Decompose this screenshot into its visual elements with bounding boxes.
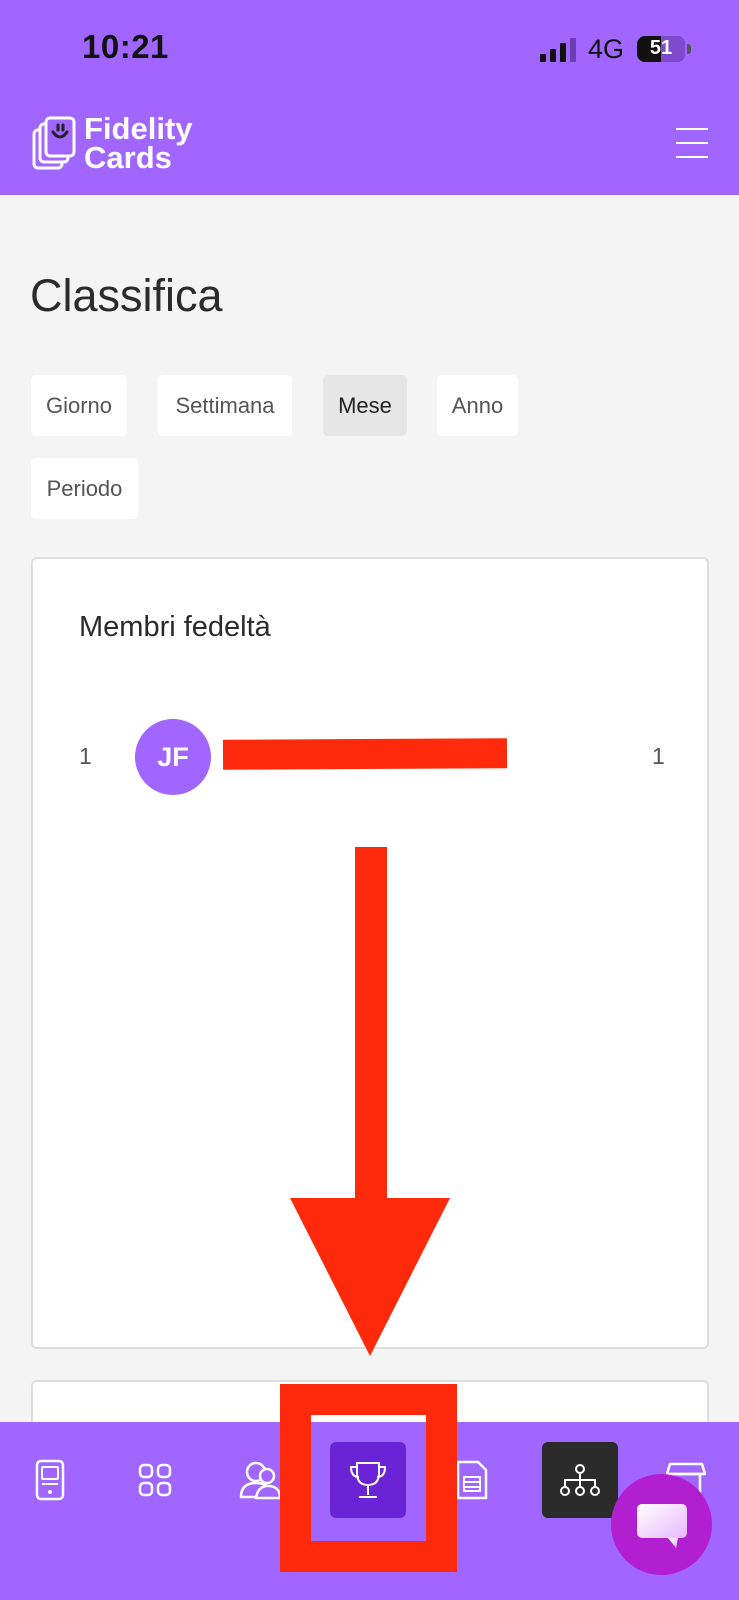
logo-text: Fidelity Cards xyxy=(84,111,193,175)
row-rank: 1 xyxy=(79,743,92,769)
tab-mese[interactable]: Mese xyxy=(323,375,407,436)
logo-line-2: Cards xyxy=(84,140,172,175)
avatar: JF xyxy=(135,719,211,795)
nav-hierarchy[interactable] xyxy=(542,1442,618,1518)
status-time: 10:21 xyxy=(82,28,169,65)
logo-line-1: Fidelity xyxy=(84,111,193,146)
grid-icon xyxy=(138,1463,172,1497)
tab-anno[interactable]: Anno xyxy=(437,375,518,436)
users-icon xyxy=(239,1461,282,1500)
battery-percent: 51 xyxy=(649,37,673,59)
tab-periodo[interactable]: Periodo xyxy=(31,458,138,519)
app-header: Fidelity Cards xyxy=(0,98,739,195)
card-title: Membri fedeltà xyxy=(79,611,271,643)
battery-icon: 51 xyxy=(637,36,685,62)
redaction-bar xyxy=(222,738,508,770)
row-score: 1 xyxy=(652,743,665,769)
status-bar: 10:21 4G 51 xyxy=(0,0,739,98)
tab-settimana[interactable]: Settimana xyxy=(158,375,292,436)
logo-cards-icon xyxy=(32,116,76,170)
signal-icon xyxy=(540,38,576,62)
phone-card-icon xyxy=(35,1459,65,1501)
battery-tip xyxy=(687,44,691,54)
chat-bubble-icon xyxy=(636,1503,687,1548)
chat-button[interactable] xyxy=(611,1474,712,1575)
hamburger-menu-icon[interactable] xyxy=(676,128,708,158)
nav-phone-card[interactable] xyxy=(12,1442,88,1518)
tab-giorno[interactable]: Giorno xyxy=(31,375,127,436)
network-label: 4G xyxy=(588,34,625,64)
hierarchy-icon xyxy=(560,1464,600,1496)
annotation-highlight-box xyxy=(280,1384,457,1572)
page-title: Classifica xyxy=(30,270,223,321)
annotation-arrow-shaft xyxy=(355,847,387,1207)
annotation-arrow-head xyxy=(290,1198,450,1356)
nav-grid[interactable] xyxy=(117,1442,193,1518)
document-list-icon xyxy=(456,1460,488,1500)
